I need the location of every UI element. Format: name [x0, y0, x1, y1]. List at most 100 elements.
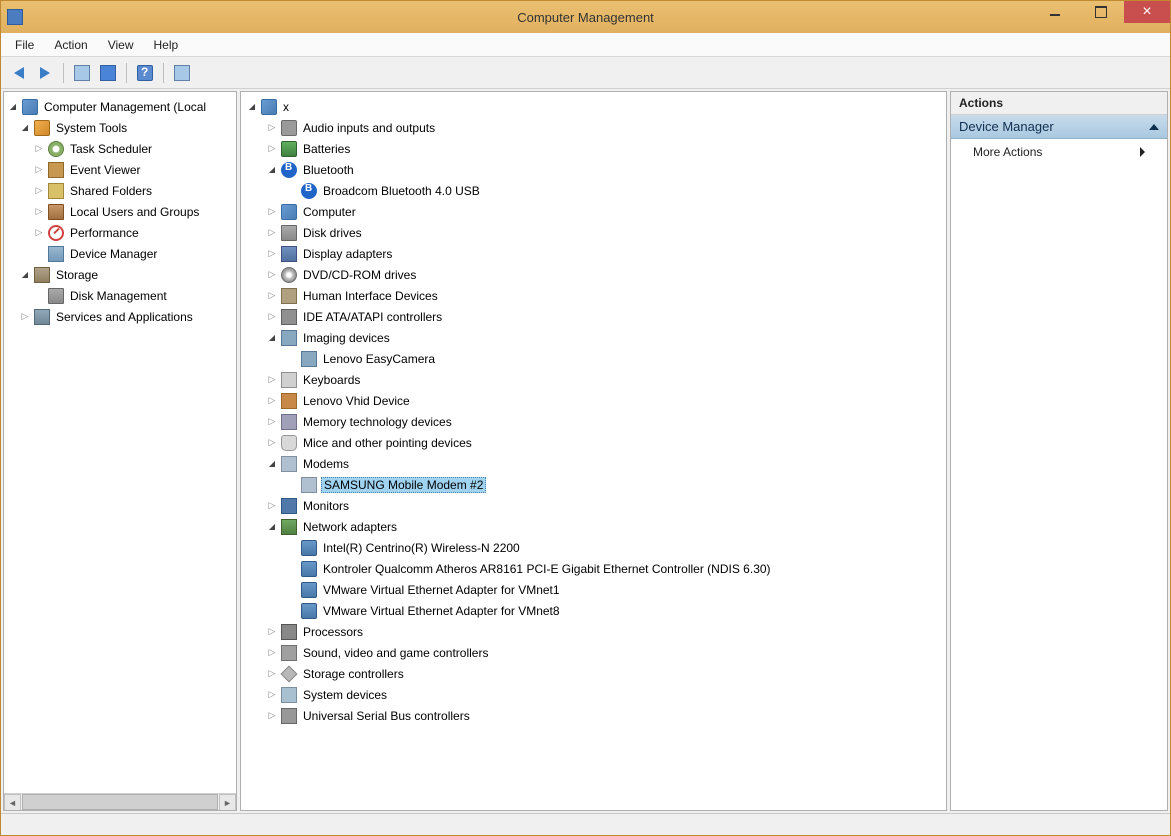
- expander-icon[interactable]: [265, 247, 279, 261]
- properties-button[interactable]: [96, 61, 120, 85]
- device-root[interactable]: x: [241, 96, 946, 117]
- system-device-icon: [281, 687, 297, 703]
- tree-shared-folders[interactable]: Shared Folders: [4, 180, 236, 201]
- device-manager-pane[interactable]: x Audio inputs and outputs Batteries Blu…: [240, 91, 947, 811]
- left-pane[interactable]: Computer Management (Local System Tools …: [3, 91, 237, 811]
- expander-icon[interactable]: [265, 163, 279, 177]
- expander-icon[interactable]: [32, 226, 46, 240]
- device-memory[interactable]: Memory technology devices: [241, 411, 946, 432]
- expander-icon[interactable]: [18, 121, 32, 135]
- expander-icon[interactable]: [6, 100, 20, 114]
- tree-event-viewer[interactable]: Event Viewer: [4, 159, 236, 180]
- expander-icon[interactable]: [265, 142, 279, 156]
- view-button[interactable]: [170, 61, 194, 85]
- expander-icon[interactable]: [265, 520, 279, 534]
- device-display[interactable]: Display adapters: [241, 243, 946, 264]
- device-batteries[interactable]: Batteries: [241, 138, 946, 159]
- tree-disk-management[interactable]: Disk Management: [4, 285, 236, 306]
- device-ide[interactable]: IDE ATA/ATAPI controllers: [241, 306, 946, 327]
- device-bluetooth[interactable]: Bluetooth: [241, 159, 946, 180]
- expander-icon[interactable]: [32, 184, 46, 198]
- actions-section-label: Device Manager: [959, 119, 1054, 134]
- expander-icon[interactable]: [265, 499, 279, 513]
- tree-root-computer-management[interactable]: Computer Management (Local: [4, 96, 236, 117]
- device-storage-controllers[interactable]: Storage controllers: [241, 663, 946, 684]
- forward-button[interactable]: [33, 61, 57, 85]
- expander-icon[interactable]: [32, 205, 46, 219]
- expander-icon[interactable]: [32, 142, 46, 156]
- tree-device-manager[interactable]: Device Manager: [4, 243, 236, 264]
- actions-section-device-manager[interactable]: Device Manager: [951, 115, 1167, 139]
- actions-more-actions[interactable]: More Actions: [951, 139, 1167, 165]
- expander-icon[interactable]: [265, 688, 279, 702]
- device-processors[interactable]: Processors: [241, 621, 946, 642]
- expander-icon[interactable]: [265, 436, 279, 450]
- tree-services-applications[interactable]: Services and Applications: [4, 306, 236, 327]
- actions-link-label: More Actions: [973, 145, 1042, 159]
- device-easycamera[interactable]: Lenovo EasyCamera: [241, 348, 946, 369]
- expander-icon[interactable]: [265, 289, 279, 303]
- show-hide-tree-button[interactable]: [70, 61, 94, 85]
- back-button[interactable]: [7, 61, 31, 85]
- titlebar[interactable]: Computer Management: [1, 1, 1170, 33]
- device-net-vmnet8[interactable]: VMware Virtual Ethernet Adapter for VMne…: [241, 600, 946, 621]
- scroll-thumb[interactable]: [22, 794, 218, 810]
- expander-icon[interactable]: [265, 625, 279, 639]
- expander-icon[interactable]: [265, 226, 279, 240]
- tree-local-users[interactable]: Local Users and Groups: [4, 201, 236, 222]
- device-hid[interactable]: Human Interface Devices: [241, 285, 946, 306]
- expander-icon[interactable]: [265, 709, 279, 723]
- hid-icon: [281, 288, 297, 304]
- expander-icon[interactable]: [265, 646, 279, 660]
- expander-icon[interactable]: [265, 268, 279, 282]
- device-keyboards[interactable]: Keyboards: [241, 369, 946, 390]
- device-audio[interactable]: Audio inputs and outputs: [241, 117, 946, 138]
- tree-system-tools[interactable]: System Tools: [4, 117, 236, 138]
- menu-action[interactable]: Action: [44, 35, 97, 55]
- device-net-atheros[interactable]: Kontroler Qualcomm Atheros AR8161 PCI-E …: [241, 558, 946, 579]
- menu-help[interactable]: Help: [144, 35, 189, 55]
- device-monitors[interactable]: Monitors: [241, 495, 946, 516]
- expander-icon[interactable]: [265, 310, 279, 324]
- expander-icon[interactable]: [245, 100, 259, 114]
- scroll-right-button[interactable]: ►: [219, 794, 236, 811]
- tree-performance[interactable]: Performance: [4, 222, 236, 243]
- expander-icon[interactable]: [265, 394, 279, 408]
- menu-file[interactable]: File: [5, 35, 44, 55]
- expander-icon[interactable]: [265, 457, 279, 471]
- tree-storage[interactable]: Storage: [4, 264, 236, 285]
- device-lenovo-vhid[interactable]: Lenovo Vhid Device: [241, 390, 946, 411]
- device-disk-drives[interactable]: Disk drives: [241, 222, 946, 243]
- device-usb[interactable]: Universal Serial Bus controllers: [241, 705, 946, 726]
- device-modems[interactable]: Modems: [241, 453, 946, 474]
- device-samsung-modem[interactable]: SAMSUNG Mobile Modem #2: [241, 474, 946, 495]
- expander-icon[interactable]: [18, 310, 32, 324]
- menu-view[interactable]: View: [98, 35, 144, 55]
- expander-icon[interactable]: [265, 331, 279, 345]
- device-imaging[interactable]: Imaging devices: [241, 327, 946, 348]
- device-net-intel[interactable]: Intel(R) Centrino(R) Wireless-N 2200: [241, 537, 946, 558]
- statusbar: [1, 813, 1170, 835]
- maximize-button[interactable]: [1078, 1, 1124, 23]
- expander-icon[interactable]: [265, 415, 279, 429]
- help-button[interactable]: [133, 61, 157, 85]
- tree-task-scheduler[interactable]: Task Scheduler: [4, 138, 236, 159]
- device-computer[interactable]: Computer: [241, 201, 946, 222]
- expander-icon[interactable]: [265, 205, 279, 219]
- device-sound[interactable]: Sound, video and game controllers: [241, 642, 946, 663]
- device-dvd[interactable]: DVD/CD-ROM drives: [241, 264, 946, 285]
- close-button[interactable]: [1124, 1, 1170, 23]
- expander-icon[interactable]: [18, 268, 32, 282]
- expander-icon[interactable]: [265, 667, 279, 681]
- horizontal-scrollbar[interactable]: ◄ ►: [4, 793, 236, 810]
- device-network-adapters[interactable]: Network adapters: [241, 516, 946, 537]
- device-net-vmnet1[interactable]: VMware Virtual Ethernet Adapter for VMne…: [241, 579, 946, 600]
- scroll-left-button[interactable]: ◄: [4, 794, 21, 811]
- device-system-devices[interactable]: System devices: [241, 684, 946, 705]
- device-mice[interactable]: Mice and other pointing devices: [241, 432, 946, 453]
- expander-icon[interactable]: [32, 163, 46, 177]
- device-bt-broadcom[interactable]: Broadcom Bluetooth 4.0 USB: [241, 180, 946, 201]
- expander-icon[interactable]: [265, 373, 279, 387]
- expander-icon[interactable]: [265, 121, 279, 135]
- minimize-button[interactable]: [1032, 1, 1078, 23]
